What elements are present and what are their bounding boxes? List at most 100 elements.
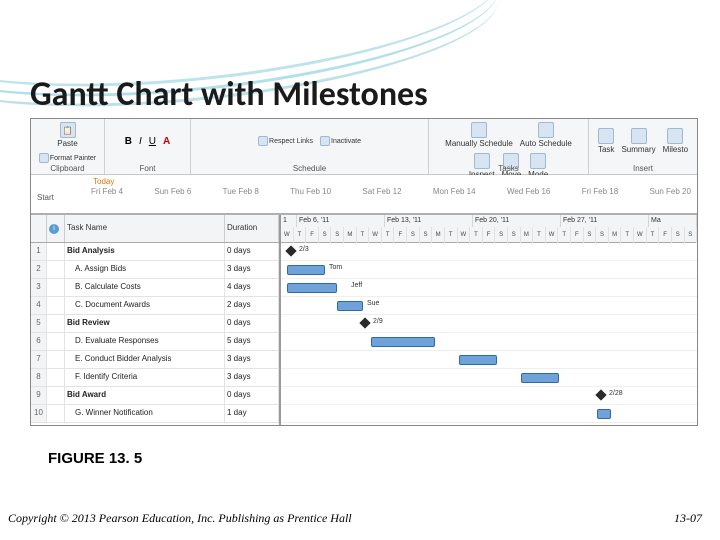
- paste-button[interactable]: 📋Paste: [55, 121, 79, 149]
- day-header: M: [609, 227, 622, 243]
- milestone-label: 2/28: [609, 390, 623, 397]
- italic-button[interactable]: I: [137, 136, 144, 147]
- inactivate-button[interactable]: Inactivate: [318, 135, 363, 147]
- col-header-task-name[interactable]: Task Name: [65, 215, 225, 242]
- ribbon: 📋Paste Format Painter Clipboard B I U A …: [31, 119, 697, 175]
- gantt-bar[interactable]: [521, 373, 559, 383]
- bar-label: Jeff: [351, 282, 362, 289]
- copyright-text: Copyright © 2013 Pearson Education, Inc.…: [8, 511, 352, 526]
- bold-button[interactable]: B: [123, 136, 134, 147]
- day-header: S: [495, 227, 508, 243]
- col-header-info[interactable]: i: [47, 215, 65, 242]
- gantt-bar[interactable]: [337, 301, 363, 311]
- duration-cell[interactable]: 1 day: [225, 405, 279, 422]
- table-row[interactable]: 6D. Evaluate Responses5 days: [31, 333, 279, 351]
- duration-cell[interactable]: 2 days: [225, 297, 279, 314]
- duration-cell[interactable]: 3 days: [225, 351, 279, 368]
- row-info-cell: [47, 279, 65, 296]
- task-name-cell[interactable]: Bid Review: [65, 315, 225, 332]
- table-row[interactable]: 8F. Identify Criteria3 days: [31, 369, 279, 387]
- row-info-cell: [47, 387, 65, 404]
- auto-schedule-button[interactable]: Auto Schedule: [518, 121, 574, 149]
- table-row[interactable]: 3 B. Calculate Costs4 days: [31, 279, 279, 297]
- milestone-marker[interactable]: [595, 389, 606, 400]
- task-table: i Task Name Duration 1Bid Analysis0 days…: [31, 215, 281, 425]
- day-header: T: [470, 227, 483, 243]
- task-name-cell[interactable]: A. Assign Bids: [65, 261, 225, 278]
- duration-cell[interactable]: 0 days: [225, 243, 279, 260]
- col-header-duration[interactable]: Duration: [225, 215, 279, 242]
- task-icon: [598, 128, 614, 144]
- table-row[interactable]: 5Bid Review0 days: [31, 315, 279, 333]
- table-row[interactable]: 2 A. Assign Bids3 days: [31, 261, 279, 279]
- duration-cell[interactable]: 4 days: [225, 279, 279, 296]
- day-header: F: [394, 227, 407, 243]
- table-row[interactable]: 1 Bid Analysis0 days: [31, 243, 279, 261]
- insert-milestone-button[interactable]: Milesto: [661, 127, 690, 155]
- row-id: 10: [31, 405, 47, 422]
- day-header: T: [533, 227, 546, 243]
- gantt-bar[interactable]: [371, 337, 435, 347]
- task-name-cell[interactable]: Bid Award: [65, 387, 225, 404]
- font-color-button[interactable]: A: [161, 136, 172, 147]
- task-name-cell[interactable]: E. Conduct Bidder Analysis: [65, 351, 225, 368]
- gantt-bar[interactable]: [459, 355, 497, 365]
- brush-icon: [39, 153, 49, 163]
- task-name-cell[interactable]: F. Identify Criteria: [65, 369, 225, 386]
- row-id: 2: [31, 261, 47, 278]
- insert-task-button[interactable]: Task: [596, 127, 616, 155]
- day-header: T: [294, 227, 307, 243]
- group-label-font: Font: [139, 163, 155, 174]
- day-header: T: [445, 227, 458, 243]
- timeline-date: Tue Feb 8: [223, 187, 259, 196]
- group-label-tasks: Tasks: [498, 163, 518, 174]
- row-info-cell: [47, 315, 65, 332]
- day-header: F: [483, 227, 496, 243]
- table-row[interactable]: 9Bid Award0 days: [31, 387, 279, 405]
- inspect-icon: [474, 153, 490, 169]
- task-name-cell[interactable]: B. Calculate Costs: [65, 279, 225, 296]
- calendar-header: 1 Feb 6, '11 Feb 13, '11 Feb 20, '11 Feb…: [281, 215, 697, 243]
- task-name-cell[interactable]: C. Document Awards: [65, 297, 225, 314]
- duration-cell[interactable]: 0 days: [225, 387, 279, 404]
- gantt-chart[interactable]: 1 Feb 6, '11 Feb 13, '11 Feb 20, '11 Feb…: [281, 215, 697, 425]
- table-row[interactable]: 4C. Document Awards2 days: [31, 297, 279, 315]
- row-id: 3: [31, 279, 47, 296]
- day-header: S: [420, 227, 433, 243]
- task-name-cell[interactable]: Bid Analysis: [65, 243, 225, 260]
- respect-links-button[interactable]: Respect Links: [256, 135, 315, 147]
- duration-cell[interactable]: 3 days: [225, 369, 279, 386]
- timeline-date: Thu Feb 10: [290, 187, 331, 196]
- gantt-bar[interactable]: [287, 283, 337, 293]
- row-id: 1: [31, 243, 47, 260]
- row-info-cell: [47, 333, 65, 350]
- task-name-cell[interactable]: G. Winner Notification: [65, 405, 225, 422]
- timeline-date: Fri Feb 18: [582, 187, 618, 196]
- mode-icon: [530, 153, 546, 169]
- col-header-id[interactable]: [31, 215, 47, 242]
- insert-summary-button[interactable]: Summary: [619, 127, 657, 155]
- inactivate-icon: [320, 136, 330, 146]
- row-info-cell: [47, 369, 65, 386]
- day-header: W: [369, 227, 382, 243]
- milestone-marker[interactable]: [285, 245, 296, 256]
- underline-button[interactable]: U: [147, 136, 158, 147]
- duration-cell[interactable]: 0 days: [225, 315, 279, 332]
- duration-cell[interactable]: 5 days: [225, 333, 279, 350]
- gantt-bar[interactable]: [597, 409, 611, 419]
- gantt-bar[interactable]: [287, 265, 325, 275]
- row-info-cell: [47, 261, 65, 278]
- manually-schedule-button[interactable]: Manually Schedule: [443, 121, 515, 149]
- day-header: W: [458, 227, 471, 243]
- duration-cell[interactable]: 3 days: [225, 261, 279, 278]
- row-info-cell: [47, 351, 65, 368]
- task-name-cell[interactable]: D. Evaluate Responses: [65, 333, 225, 350]
- timeline-date: Mon Feb 14: [433, 187, 476, 196]
- table-row[interactable]: 10 G. Winner Notification1 day: [31, 405, 279, 423]
- day-header: M: [521, 227, 534, 243]
- ms-project-window: 📋Paste Format Painter Clipboard B I U A …: [30, 118, 698, 426]
- day-header: S: [508, 227, 521, 243]
- table-row[interactable]: 7E. Conduct Bidder Analysis3 days: [31, 351, 279, 369]
- day-header: S: [672, 227, 685, 243]
- milestone-marker[interactable]: [359, 317, 370, 328]
